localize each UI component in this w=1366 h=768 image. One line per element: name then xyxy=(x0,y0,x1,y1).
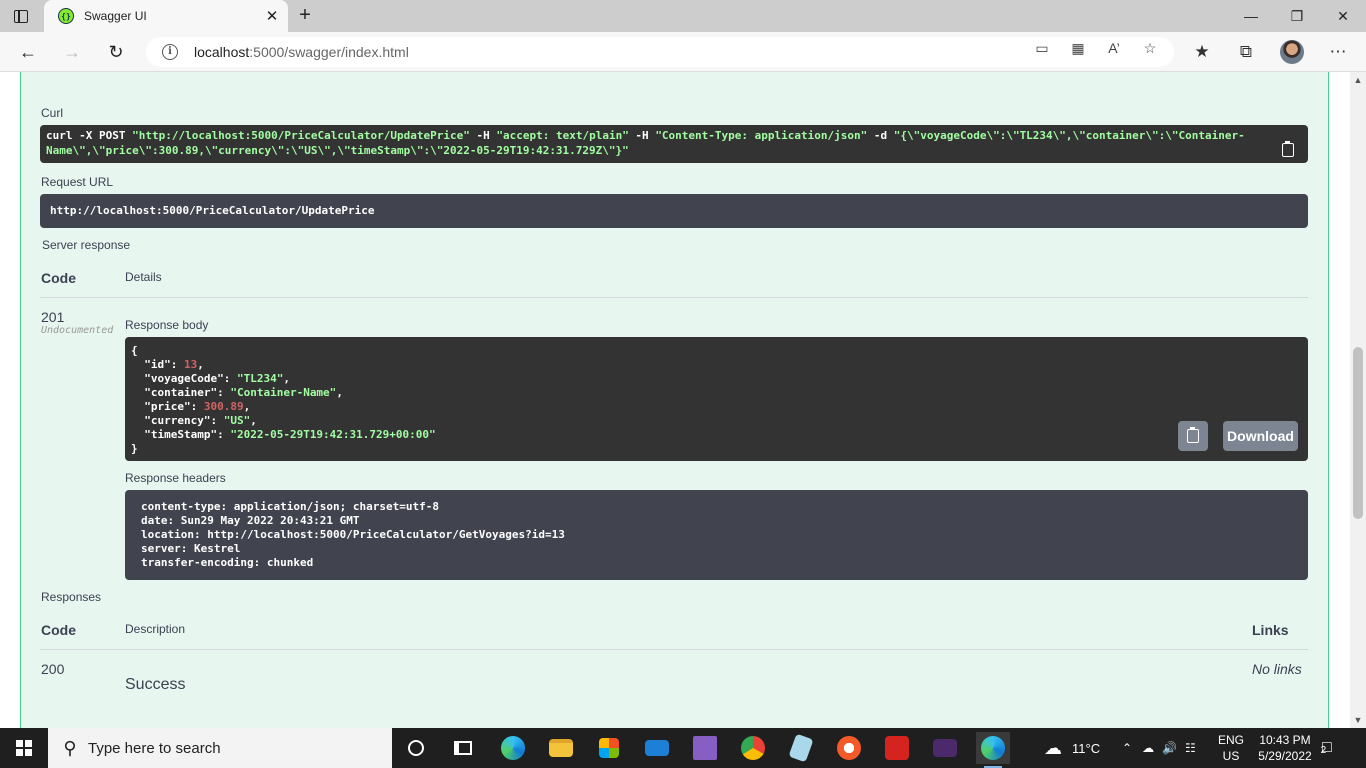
curl-command[interactable]: curl -X POST "http://localhost:5000/Pric… xyxy=(40,125,1308,163)
mail-icon[interactable] xyxy=(640,732,674,764)
header-line: date: Sun29 May 2022 20:43:21 GMT xyxy=(141,514,360,527)
read-aloud-icon[interactable]: A’ xyxy=(1104,38,1124,58)
taskbar-search[interactable]: ⚲ Type here to search xyxy=(48,728,392,768)
clock[interactable]: 10:43 PM 5/29/2022 xyxy=(1255,728,1315,768)
clock-date: 5/29/2022 xyxy=(1258,749,1312,763)
minimize-icon[interactable]: — xyxy=(1228,0,1274,32)
header-line: location: http://localhost:5000/PriceCal… xyxy=(141,528,565,541)
response-body[interactable]: { "id": 13, "voyageCode": "TL234", "cont… xyxy=(125,337,1308,461)
page-viewport: Curl curl -X POST "http://localhost:5000… xyxy=(0,72,1350,728)
notepad-icon[interactable] xyxy=(784,732,818,764)
scroll-up-icon[interactable]: ▲ xyxy=(1350,72,1366,88)
responses-label: Responses xyxy=(41,590,102,604)
responses-description-header: Description xyxy=(125,622,186,636)
visual-studio-icon[interactable] xyxy=(688,732,722,764)
server-response-code-header: Code xyxy=(41,270,76,286)
qr-code-icon[interactable]: ▦ xyxy=(1068,38,1088,58)
refresh-icon[interactable]: ↻ xyxy=(102,38,130,66)
curl-label: Curl xyxy=(41,106,64,120)
clock-time: 10:43 PM xyxy=(1259,733,1311,747)
copy-icon xyxy=(1187,427,1199,443)
file-explorer-icon[interactable] xyxy=(544,732,578,764)
responses-links-header: Links xyxy=(1252,622,1289,638)
favorites-icon[interactable]: ★ xyxy=(1188,38,1216,66)
store-icon[interactable] xyxy=(592,732,626,764)
response-row-description: Success xyxy=(125,676,186,693)
network-icon[interactable]: ☷ xyxy=(1185,741,1196,755)
tab-actions-icon[interactable] xyxy=(10,6,32,26)
acrobat-icon[interactable] xyxy=(880,732,914,764)
forward-arrow-icon[interactable]: → xyxy=(58,38,86,66)
server-response-label: Server response xyxy=(42,238,131,252)
copy-curl-icon[interactable] xyxy=(1278,140,1298,160)
language-indicator[interactable]: ENG US xyxy=(1218,728,1244,768)
tray-icons[interactable]: ⌃ ☁ 🔊 ☷ xyxy=(1122,728,1196,768)
header-line: content-type: application/json; charset=… xyxy=(141,500,440,513)
header-divider xyxy=(40,297,1308,298)
edge-app-icon[interactable] xyxy=(496,732,530,764)
edge-active-icon[interactable] xyxy=(976,732,1010,768)
download-button[interactable]: Download xyxy=(1223,421,1298,451)
brave-icon[interactable] xyxy=(832,732,866,764)
onedrive-icon[interactable]: ☁ xyxy=(1142,741,1154,755)
server-response-details-header: Details xyxy=(125,270,162,284)
scroll-down-icon[interactable]: ▼ xyxy=(1350,712,1366,728)
site-info-icon[interactable]: i xyxy=(162,44,178,60)
request-url-value[interactable]: http://localhost:5000/PriceCalculator/Up… xyxy=(40,194,1308,228)
response-row-code: 200 xyxy=(41,661,65,677)
url-text[interactable]: localhost:5000/swagger/index.html xyxy=(194,44,409,60)
response-status-code: 201 xyxy=(41,309,65,325)
notification-center[interactable]: □ 2 xyxy=(1320,728,1332,768)
taskbar: ⚲ Type here to search ☁ 11°C ⌃ ☁ 🔊 ☷ ENG… xyxy=(0,728,1366,768)
copy-response-button[interactable] xyxy=(1178,421,1208,451)
tab-close-icon[interactable]: ✕ xyxy=(262,6,282,26)
volume-icon[interactable]: 🔊 xyxy=(1162,741,1177,755)
app-available-icon[interactable]: ▭ xyxy=(1032,38,1052,58)
swagger-favicon-icon: {} xyxy=(58,8,74,24)
request-url-label: Request URL xyxy=(41,175,114,189)
profile-avatar[interactable] xyxy=(1280,40,1304,64)
terminal-icon[interactable] xyxy=(928,732,962,764)
more-menu-icon[interactable]: ⋯ xyxy=(1324,38,1352,66)
header-line: transfer-encoding: chunked xyxy=(141,556,314,569)
notification-count: 2 xyxy=(1320,744,1327,756)
add-favorite-icon[interactable]: ☆ xyxy=(1140,38,1160,58)
address-bar[interactable]: i localhost:5000/swagger/index.html xyxy=(146,37,1174,67)
response-headers[interactable]: content-type: application/json; charset=… xyxy=(125,490,1308,580)
back-arrow-icon[interactable]: ← xyxy=(14,38,42,66)
scrollbar-thumb[interactable] xyxy=(1353,347,1363,519)
responses-code-header: Code xyxy=(41,622,76,638)
task-view-icon[interactable] xyxy=(446,732,480,764)
response-row-links: No links xyxy=(1252,661,1302,677)
weather-temp: 11°C xyxy=(1072,740,1101,756)
response-headers-label: Response headers xyxy=(125,471,226,485)
navigation-bar: ← → ↻ i localhost:5000/swagger/index.htm… xyxy=(0,32,1366,72)
undocumented-note: Undocumented xyxy=(41,325,114,336)
responses-divider xyxy=(40,649,1308,650)
cortana-icon[interactable] xyxy=(399,732,433,764)
tab-title: Swagger UI xyxy=(84,9,147,23)
new-tab-button[interactable]: + xyxy=(294,5,316,27)
restore-icon[interactable]: ❐ xyxy=(1274,0,1320,32)
start-button[interactable] xyxy=(0,728,48,768)
header-line: server: Kestrel xyxy=(141,542,241,555)
tab-swagger[interactable]: {} Swagger UI ✕ xyxy=(44,0,288,32)
response-body-label: Response body xyxy=(125,318,209,332)
chrome-icon[interactable] xyxy=(736,732,770,764)
cloud-icon: ☁ xyxy=(1044,737,1062,758)
collections-icon[interactable]: ⧉ xyxy=(1232,38,1260,66)
weather-widget[interactable]: ☁ 11°C xyxy=(1044,728,1100,768)
tab-strip: {} Swagger UI ✕ + — ❐ ✕ xyxy=(0,0,1366,32)
search-icon: ⚲ xyxy=(63,738,77,758)
page-scrollbar[interactable]: ▲ ▼ xyxy=(1350,72,1366,728)
chevron-up-icon[interactable]: ⌃ xyxy=(1122,741,1132,755)
window-close-icon[interactable]: ✕ xyxy=(1320,0,1366,32)
search-placeholder: Type here to search xyxy=(88,739,221,757)
windows-logo-icon xyxy=(16,740,32,756)
